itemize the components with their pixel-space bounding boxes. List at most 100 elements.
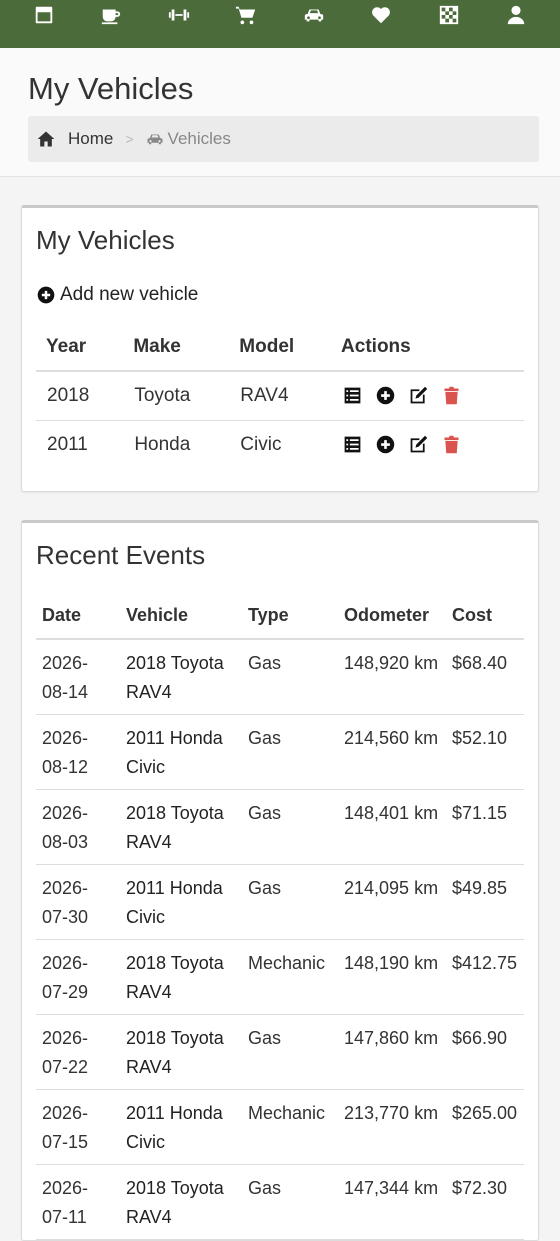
column-header: Actions xyxy=(331,328,524,372)
breadcrumb-home-label: Home xyxy=(68,129,114,148)
event-type: Gas xyxy=(242,864,338,940)
user-icon[interactable] xyxy=(503,2,529,28)
event-cost: $66.90 xyxy=(446,1014,524,1090)
event-vehicle: 2018 Toyota RAV4 xyxy=(120,639,242,715)
event-odometer: 148,190 km xyxy=(338,939,446,1015)
event-date: 2026-07-30 xyxy=(36,864,120,940)
table-row[interactable]: 2026-08-12 2011 Honda Civic Gas 214,560 … xyxy=(36,714,524,790)
event-odometer: 213,770 km xyxy=(338,1089,446,1165)
event-type: Gas xyxy=(242,714,338,790)
dumbbell-icon[interactable] xyxy=(166,2,192,28)
table-header-row: Date Vehicle Type Odometer Cost xyxy=(36,597,524,640)
events-table: Date Vehicle Type Odometer Cost 2026-08-… xyxy=(36,597,524,1240)
event-date: 2026-07-22 xyxy=(36,1014,120,1090)
event-cost: $71.15 xyxy=(446,789,524,865)
table-row[interactable]: 2026-07-22 2018 Toyota RAV4 Gas 147,860 … xyxy=(36,1014,524,1090)
page-header: My Vehicles Home > Vehicles xyxy=(0,48,560,177)
heartbeat-icon[interactable] xyxy=(368,2,394,28)
edit-icon[interactable] xyxy=(408,434,429,455)
event-date: 2026-08-03 xyxy=(36,789,120,865)
breadcrumb-current-label: Vehicles xyxy=(167,129,231,148)
recent-events-card: Recent Events Date Vehicle Type Odometer… xyxy=(21,520,539,1241)
vehicle-make: Honda xyxy=(134,434,191,455)
event-type: Mechanic xyxy=(242,939,338,1015)
table-header-row: Year Make Model Actions xyxy=(36,328,524,372)
event-vehicle: 2018 Toyota RAV4 xyxy=(120,789,242,865)
coffee-icon[interactable] xyxy=(98,2,124,28)
add-vehicle-label: Add new vehicle xyxy=(60,284,199,305)
event-cost: $68.40 xyxy=(446,639,524,715)
event-cost: $52.10 xyxy=(446,714,524,790)
event-odometer: 147,860 km xyxy=(338,1014,446,1090)
vehicles-card-title: My Vehicles xyxy=(36,225,175,255)
event-type: Gas xyxy=(242,639,338,715)
column-header: Year xyxy=(36,328,124,372)
column-header: Vehicle xyxy=(120,597,242,640)
page-title: My Vehicles xyxy=(28,71,194,106)
vehicle-actions xyxy=(331,421,524,470)
column-header: Make xyxy=(123,328,230,372)
chess-board-icon[interactable] xyxy=(436,2,462,28)
list-icon[interactable] xyxy=(342,434,363,455)
vehicles-card: My Vehicles Add new vehicle Year Make Mo… xyxy=(21,205,539,492)
vehicle-year: 2018 xyxy=(36,371,124,421)
event-date: 2026-08-12 xyxy=(36,714,120,790)
column-header: Date xyxy=(36,597,120,640)
vehicle-year: 2011 xyxy=(47,434,88,455)
event-date: 2026-07-29 xyxy=(36,939,120,1015)
event-odometer: 214,560 km xyxy=(338,714,446,790)
trash-icon[interactable] xyxy=(441,385,462,406)
car-icon xyxy=(147,134,163,145)
table-row[interactable]: 2026-07-11 2018 Toyota RAV4 Gas 147,344 … xyxy=(36,1164,524,1240)
table-row[interactable]: 2026-07-29 2018 Toyota RAV4 Mechanic 148… xyxy=(36,939,524,1015)
list-icon[interactable] xyxy=(342,385,363,406)
vehicles-table: Year Make Model Actions 2018 Toyota RAV4 xyxy=(36,328,524,469)
event-odometer: 148,920 km xyxy=(338,639,446,715)
event-type: Gas xyxy=(242,1014,338,1090)
cart-icon[interactable] xyxy=(233,2,259,28)
calendar-icon[interactable] xyxy=(31,2,57,28)
event-vehicle: 2018 Toyota RAV4 xyxy=(120,939,242,1015)
event-odometer: 148,401 km xyxy=(338,789,446,865)
vehicle-actions xyxy=(331,371,524,421)
event-type: Gas xyxy=(242,1164,338,1240)
plus-circle-icon[interactable] xyxy=(375,385,396,406)
table-row: 2018 Toyota RAV4 xyxy=(36,371,524,421)
add-vehicle-link[interactable]: Add new vehicle xyxy=(36,284,524,306)
column-header: Model xyxy=(229,328,332,372)
table-row[interactable]: 2026-08-14 2018 Toyota RAV4 Gas 148,920 … xyxy=(36,639,524,715)
plus-circle-icon xyxy=(37,286,55,304)
vehicle-model: RAV4 xyxy=(229,371,332,421)
breadcrumb-home[interactable]: Home xyxy=(36,129,113,149)
edit-icon[interactable] xyxy=(408,385,429,406)
event-vehicle: 2011 Honda Civic xyxy=(120,1089,242,1165)
home-icon xyxy=(37,131,55,147)
event-vehicle: 2011 Honda Civic xyxy=(120,714,242,790)
plus-circle-icon[interactable] xyxy=(375,434,396,455)
table-row[interactable]: 2026-07-15 2011 Honda Civic Mechanic 213… xyxy=(36,1089,524,1165)
event-cost: $265.00 xyxy=(446,1089,524,1165)
event-vehicle: 2018 Toyota RAV4 xyxy=(120,1164,242,1240)
column-header: Odometer xyxy=(338,597,446,640)
trash-icon[interactable] xyxy=(441,434,462,455)
car-icon[interactable] xyxy=(301,2,327,28)
top-navbar xyxy=(0,0,560,48)
breadcrumb: Home > Vehicles xyxy=(28,116,539,162)
event-odometer: 147,344 km xyxy=(338,1164,446,1240)
event-date: 2026-07-11 xyxy=(36,1164,120,1240)
column-header: Type xyxy=(242,597,338,640)
recent-events-title: Recent Events xyxy=(36,540,206,570)
breadcrumb-current: Vehicles xyxy=(146,129,231,149)
vehicle-model: Civic xyxy=(240,434,282,455)
event-vehicle: 2011 Honda Civic xyxy=(120,864,242,940)
event-cost: $412.75 xyxy=(446,939,524,1015)
event-date: 2026-07-15 xyxy=(36,1089,120,1165)
table-row: 2011 Honda Civic xyxy=(36,421,524,470)
table-row[interactable]: 2026-08-03 2018 Toyota RAV4 Gas 148,401 … xyxy=(36,789,524,865)
table-row[interactable]: 2026-07-30 2011 Honda Civic Gas 214,095 … xyxy=(36,864,524,940)
event-date: 2026-08-14 xyxy=(36,639,120,715)
breadcrumb-separator: > xyxy=(125,131,134,147)
vehicle-make: Toyota xyxy=(123,371,230,421)
column-header: Cost xyxy=(446,597,524,640)
event-odometer: 214,095 km xyxy=(338,864,446,940)
